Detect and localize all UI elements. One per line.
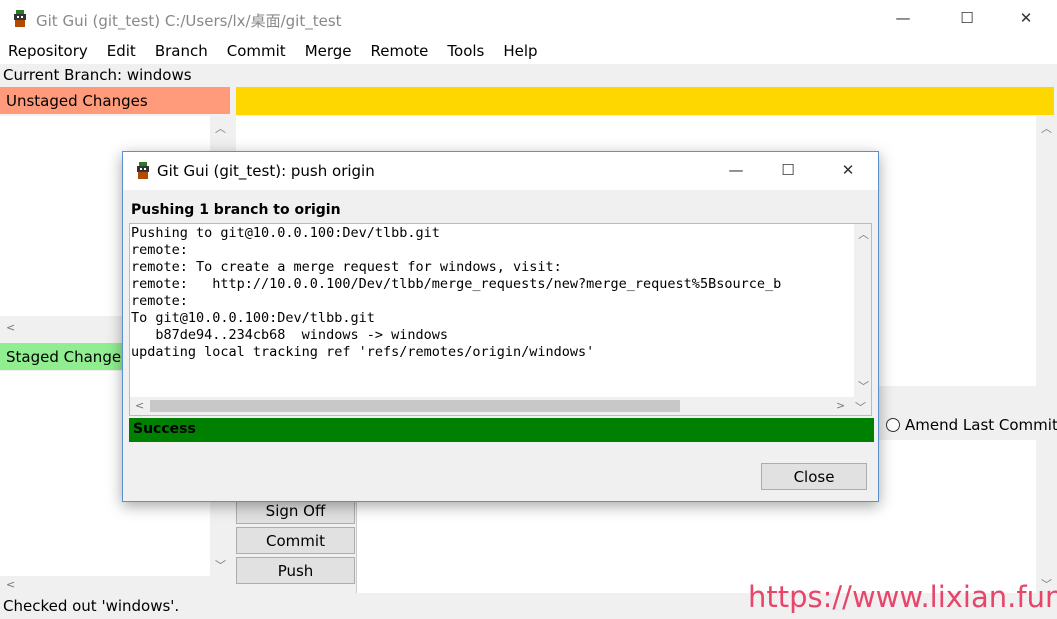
dialog-minimize-button[interactable]: — [713, 152, 759, 188]
scroll-down-icon[interactable]: ﹀ [215, 557, 226, 573]
commit-button[interactable]: Commit [236, 527, 355, 554]
message-vertical-scrollbar[interactable]: ﹀ [1036, 440, 1056, 593]
menu-commit[interactable]: Commit [227, 42, 286, 60]
close-window-button[interactable]: ✕ [1003, 0, 1049, 36]
menu-remote[interactable]: Remote [371, 42, 429, 60]
current-branch-label: Current Branch: windows [3, 66, 192, 84]
scroll-left-icon[interactable]: < [6, 578, 15, 591]
amend-label: Amend Last Commit [905, 416, 1057, 434]
menu-branch[interactable]: Branch [155, 42, 208, 60]
git-gui-icon [137, 162, 149, 179]
unstaged-changes-header: Unstaged Changes [0, 87, 230, 114]
dialog-close-button[interactable]: ✕ [825, 152, 871, 188]
dialog-heading: Pushing 1 branch to origin [131, 202, 341, 218]
close-button[interactable]: Close [761, 463, 867, 490]
log-horizontal-scrollbar[interactable]: < > ﹀ [130, 397, 871, 415]
scroll-up-icon[interactable]: ︿ [858, 226, 869, 242]
log-line: updating local tracking ref 'refs/remote… [131, 344, 595, 360]
close-icon: ✕ [841, 161, 855, 179]
log-line: To git@10.0.0.100:Dev/tlbb.git [131, 310, 375, 326]
maximize-button[interactable]: ☐ [944, 0, 990, 36]
close-icon: ✕ [1019, 9, 1033, 27]
scroll-down-icon[interactable]: ﹀ [858, 378, 869, 394]
push-log-output[interactable]: Pushing to git@10.0.0.100:Dev/tlbb.git r… [129, 223, 872, 416]
watermark-text: https://www.lixian.fun [748, 580, 1057, 614]
scroll-left-icon[interactable]: < [6, 321, 15, 334]
log-line: remote: http://10.0.0.100/Dev/tlbb/merge… [131, 276, 782, 292]
log-line: remote: [131, 242, 188, 258]
scroll-up-icon[interactable]: ︿ [1041, 120, 1052, 136]
log-line: remote: [131, 293, 188, 309]
push-button[interactable]: Push [236, 557, 355, 584]
minimize-icon: — [728, 161, 744, 179]
diff-header [236, 87, 1054, 115]
amend-last-commit-option[interactable]: Amend Last Commit [886, 414, 1057, 436]
minimize-button[interactable]: — [880, 0, 926, 36]
git-gui-icon [14, 10, 26, 27]
scroll-left-icon[interactable]: < [135, 399, 144, 412]
window-title: Git Gui (git_test) C:/Users/lx/桌面/git_te… [36, 12, 342, 30]
menu-repository[interactable]: Repository [8, 42, 88, 60]
maximize-icon: ☐ [960, 9, 974, 27]
scroll-up-icon[interactable]: ︿ [215, 120, 226, 136]
log-line: remote: To create a merge request for wi… [131, 259, 562, 275]
menu-bar: Repository Edit Branch Commit Merge Remo… [0, 38, 1057, 64]
menu-edit[interactable]: Edit [107, 42, 136, 60]
staged-changes-header: Staged Changes [0, 343, 124, 370]
minimize-icon: — [895, 9, 911, 27]
maximize-icon: ☐ [781, 161, 795, 179]
log-lines: Pushing to git@10.0.0.100:Dev/tlbb.git r… [131, 225, 851, 361]
log-line: b87de94..234cb68 windows -> windows [131, 327, 448, 343]
menu-help[interactable]: Help [503, 42, 537, 60]
log-vertical-scrollbar[interactable]: ︿ ﹀ [854, 224, 871, 397]
log-line: Pushing to git@10.0.0.100:Dev/tlbb.git [131, 225, 440, 241]
dialog-title-bar: Git Gui (git_test): push origin — ☐ ✕ [123, 152, 878, 190]
menu-merge[interactable]: Merge [305, 42, 352, 60]
scroll-thumb[interactable] [150, 400, 680, 412]
dialog-maximize-button[interactable]: ☐ [765, 152, 811, 188]
push-result-status: Success [129, 418, 874, 442]
diff-vertical-scrollbar[interactable]: ︿ [1036, 116, 1056, 386]
dialog-title: Git Gui (git_test): push origin [157, 162, 375, 180]
push-dialog: Git Gui (git_test): push origin — ☐ ✕ Pu… [122, 151, 879, 502]
scroll-right-icon[interactable]: > [836, 399, 845, 412]
scroll-down-icon[interactable]: ﹀ [855, 399, 866, 415]
staged-horizontal-scrollbar[interactable]: < [0, 576, 230, 594]
amend-radio-icon[interactable] [886, 418, 900, 432]
status-bar: Checked out 'windows'. [3, 597, 180, 615]
menu-tools[interactable]: Tools [447, 42, 484, 60]
title-bar: Git Gui (git_test) C:/Users/lx/桌面/git_te… [0, 0, 1057, 38]
